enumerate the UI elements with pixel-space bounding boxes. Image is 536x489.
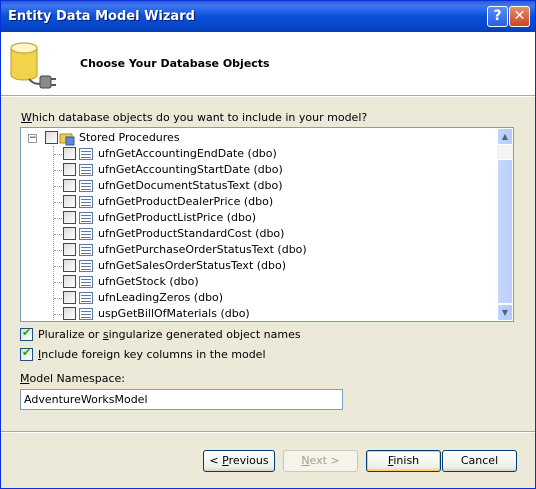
tree-checkbox[interactable]: [63, 147, 76, 160]
stored-procedure-icon: [79, 244, 93, 256]
stored-procedures-folder-icon: [59, 133, 75, 146]
tree-checkbox[interactable]: [63, 259, 76, 272]
tree-scrollbar[interactable]: ▲ ▼: [497, 128, 513, 321]
tree-checkbox[interactable]: [63, 243, 76, 256]
tree-item-label[interactable]: ufnLeadingZeros (dbo): [98, 290, 223, 306]
arrow-up-icon: ▲: [501, 132, 509, 141]
database-objects-tree[interactable]: − Stored Procedures ufnGetAccountingEndDat…: [20, 127, 514, 322]
tree-item[interactable]: ufnGetProductStandardCost (dbo): [21, 226, 491, 242]
footer-divider-highlight: [1, 432, 535, 433]
tree-item[interactable]: ufnGetDocumentStatusText (dbo): [21, 178, 491, 194]
tree-checkbox[interactable]: [63, 275, 76, 288]
pluralize-label[interactable]: Pluralize or singularize generated objec…: [38, 328, 301, 341]
foreign-keys-label[interactable]: Include foreign key columns in the model: [38, 348, 266, 361]
tree-item-label[interactable]: ufnGetAccountingStartDate (dbo): [98, 162, 283, 178]
stored-procedure-icon: [79, 228, 93, 240]
stored-procedure-icon: [79, 164, 93, 176]
stored-procedure-icon: [79, 180, 93, 192]
stored-procedure-icon: [79, 260, 93, 272]
model-namespace-input[interactable]: AdventureWorksModel: [20, 389, 343, 410]
model-namespace-label: Model Namespace:: [20, 372, 125, 385]
tree-item-label[interactable]: ufnGetStock (dbo): [98, 274, 199, 290]
previous-button[interactable]: < Previous: [203, 450, 275, 472]
stored-procedure-icon: [79, 292, 93, 304]
close-button[interactable]: ✕: [509, 6, 530, 27]
tree-node-label[interactable]: Stored Procedures: [79, 130, 180, 146]
stored-procedure-icon: [79, 212, 93, 224]
tree-item[interactable]: ufnGetAccountingEndDate (dbo): [21, 146, 491, 162]
page-title: Choose Your Database Objects: [80, 57, 270, 70]
stored-procedure-icon: [79, 148, 93, 160]
title-bar[interactable]: Entity Data Model Wizard ? ✕: [1, 1, 535, 32]
tree-item[interactable]: ufnGetAccountingStartDate (dbo): [21, 162, 491, 178]
tree-checkbox[interactable]: [63, 179, 76, 192]
tree-checkbox[interactable]: [63, 211, 76, 224]
tree-item-label[interactable]: ufnGetDocumentStatusText (dbo): [98, 178, 282, 194]
close-icon: ✕: [513, 8, 526, 24]
next-button[interactable]: Next >: [283, 450, 358, 472]
tree-item[interactable]: ufnGetProductListPrice (dbo): [21, 210, 491, 226]
check-mark-icon: ✔: [22, 326, 32, 339]
tree-item-label[interactable]: ufnGetSalesOrderStatusText (dbo): [98, 258, 286, 274]
tree-checkbox[interactable]: [45, 131, 58, 144]
tree-checkbox[interactable]: [63, 307, 76, 320]
tree-checkbox[interactable]: [63, 195, 76, 208]
wizard-header: Choose Your Database Objects: [1, 32, 535, 96]
tree-item[interactable]: ufnGetPurchaseOrderStatusText (dbo): [21, 242, 491, 258]
help-icon: ?: [493, 8, 502, 24]
arrow-down-icon: ▼: [501, 308, 509, 317]
tree-item[interactable]: ufnGetProductDealerPrice (dbo): [21, 194, 491, 210]
tree-node-stored-procedures[interactable]: − Stored Procedures: [21, 130, 491, 146]
scroll-down-button[interactable]: ▼: [497, 304, 513, 321]
cancel-button[interactable]: Cancel: [442, 450, 517, 472]
stored-procedure-icon: [79, 308, 93, 320]
tree-checkbox[interactable]: [63, 163, 76, 176]
tree-item-label[interactable]: ufnGetProductDealerPrice (dbo): [98, 194, 273, 210]
objects-prompt: Which database objects do you want to in…: [21, 111, 368, 124]
finish-button[interactable]: Finish: [366, 450, 441, 472]
collapse-icon[interactable]: −: [28, 134, 37, 143]
tree-item-label[interactable]: ufnGetAccountingEndDate (dbo): [98, 146, 277, 162]
window-title: Entity Data Model Wizard: [8, 9, 195, 24]
tree-checkbox[interactable]: [63, 227, 76, 240]
tree-item[interactable]: ufnGetStock (dbo): [21, 274, 491, 290]
scroll-thumb[interactable]: [497, 159, 513, 304]
stored-procedure-icon: [79, 276, 93, 288]
tree-checkbox[interactable]: [63, 291, 76, 304]
tree-item-label[interactable]: ufnGetProductStandardCost (dbo): [98, 226, 284, 242]
database-plug-icon: [10, 42, 56, 89]
header-divider: [1, 96, 535, 97]
tree-item[interactable]: ufnGetSalesOrderStatusText (dbo): [21, 258, 491, 274]
check-mark-icon: ✔: [22, 346, 32, 359]
scroll-up-button[interactable]: ▲: [497, 128, 513, 145]
tree-item[interactable]: ufnLeadingZeros (dbo): [21, 290, 491, 306]
tree-item-label[interactable]: ufnGetPurchaseOrderStatusText (dbo): [98, 242, 307, 258]
wizard-window: Entity Data Model Wizard ? ✕ Choose Your…: [0, 0, 536, 489]
tree-item-label[interactable]: uspGetBillOfMaterials (dbo): [98, 306, 250, 321]
help-button[interactable]: ?: [487, 6, 508, 27]
tree-item-label[interactable]: ufnGetProductListPrice (dbo): [98, 210, 256, 226]
tree-item[interactable]: uspGetBillOfMaterials (dbo): [21, 306, 491, 321]
stored-procedure-icon: [79, 196, 93, 208]
